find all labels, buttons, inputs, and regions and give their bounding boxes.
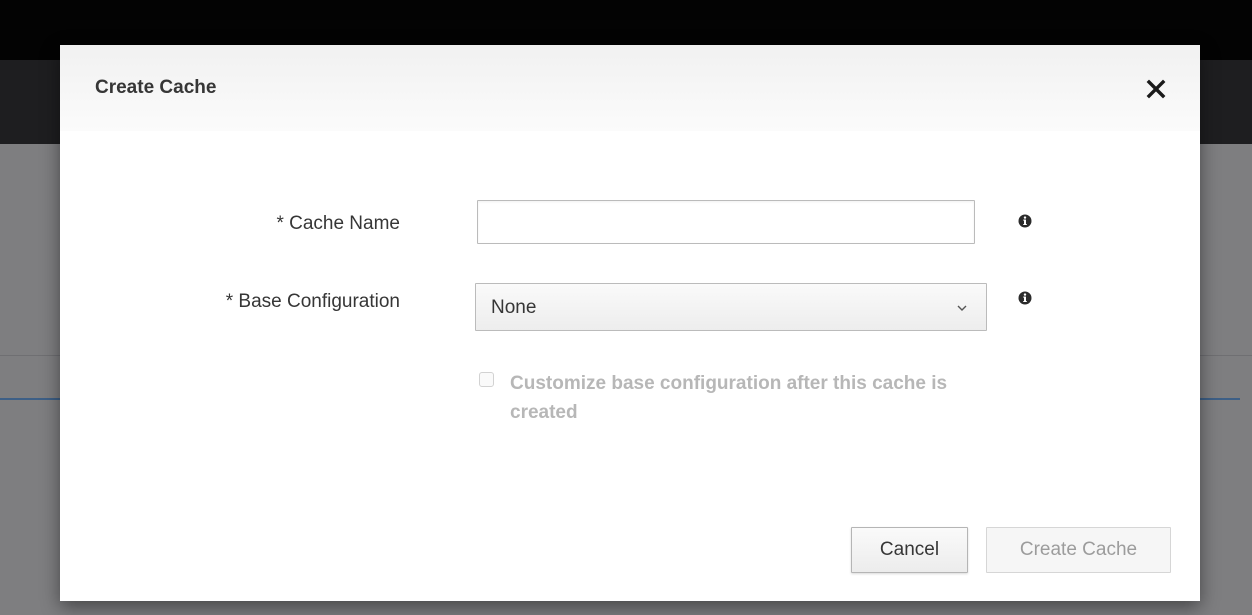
base-configuration-select[interactable]: None [475, 283, 987, 331]
cache-name-input[interactable] [477, 200, 975, 244]
backdrop-divider [1200, 355, 1252, 356]
close-icon [1146, 79, 1166, 99]
customize-checkbox-label: Customize base configuration after this … [510, 373, 948, 423]
dialog-header: Create Cache [60, 45, 1200, 131]
base-configuration-label: * Base Configuration [225, 291, 400, 312]
chevron-down-icon [957, 305, 967, 311]
base-configuration-value: None [491, 297, 537, 318]
customize-checkbox[interactable] [479, 372, 494, 387]
info-icon[interactable] [1018, 291, 1032, 305]
backdrop-tab-underline [0, 398, 60, 400]
close-button[interactable] [1136, 69, 1176, 109]
create-cache-button[interactable]: Create Cache [986, 527, 1171, 573]
backdrop-divider [0, 355, 60, 356]
dialog-title: Create Cache [95, 77, 217, 98]
cache-name-label: * Cache Name [276, 213, 400, 234]
info-icon[interactable] [1018, 214, 1032, 228]
cancel-button[interactable]: Cancel [851, 527, 968, 573]
backdrop-tab-underline [1200, 398, 1240, 400]
create-cache-dialog: Create Cache * Cache Name * Base Configu… [60, 45, 1200, 601]
